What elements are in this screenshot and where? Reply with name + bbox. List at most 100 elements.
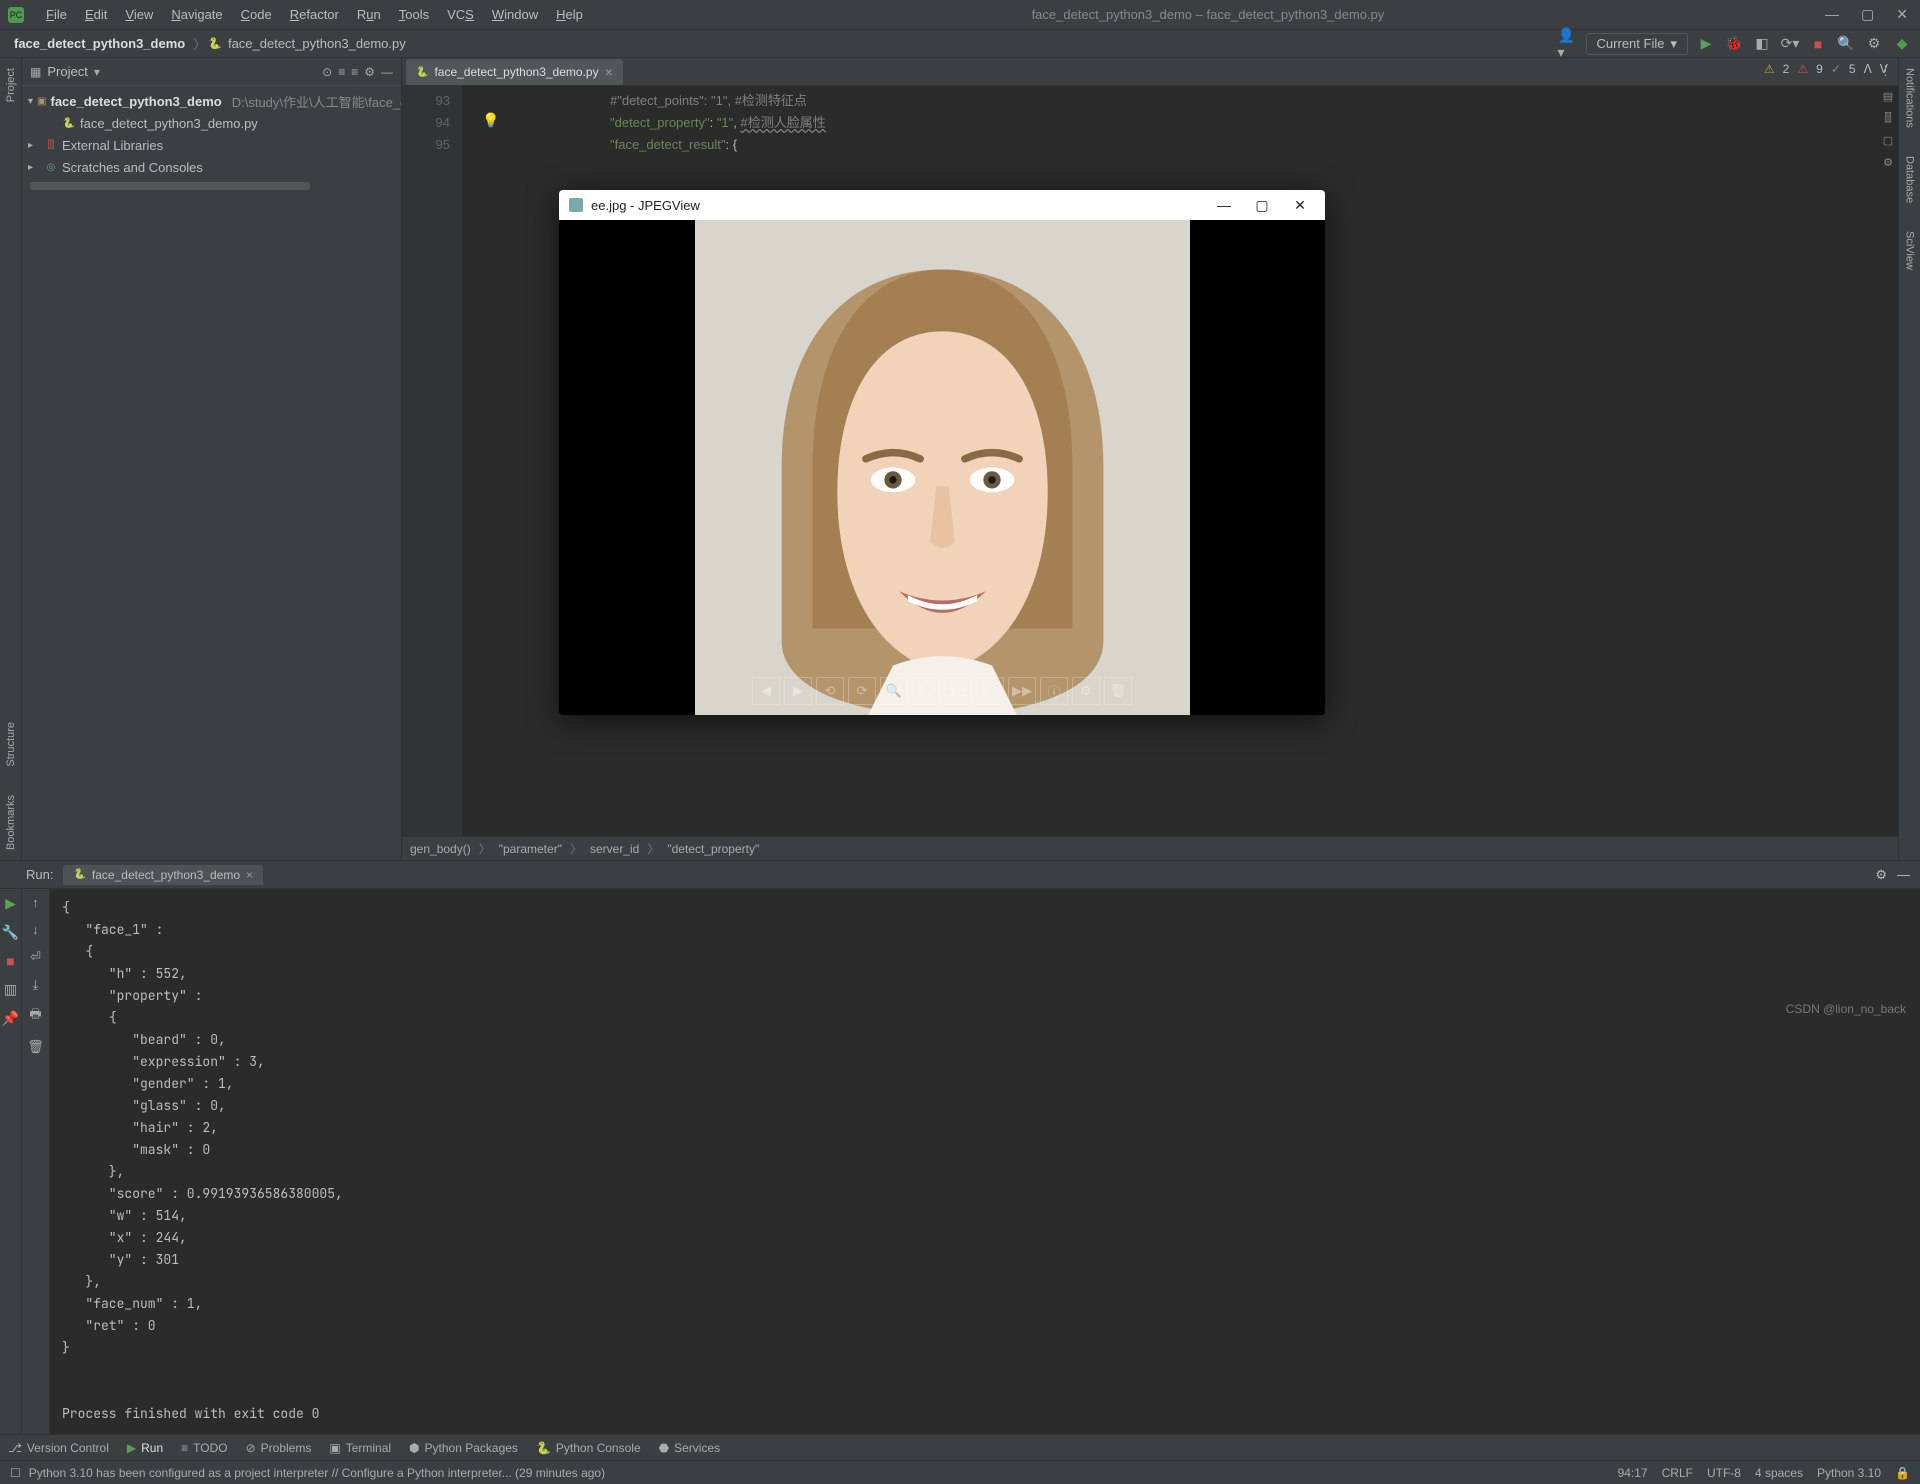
profile-button[interactable]: ⟳▾: [1780, 34, 1800, 54]
menu-file[interactable]: File: [38, 3, 75, 26]
delete-icon[interactable]: 🗑: [1104, 677, 1132, 705]
status-interpreter[interactable]: Python 3.10: [1817, 1466, 1881, 1480]
tab-python-packages[interactable]: ⬢Python Packages: [409, 1441, 518, 1455]
debug-button[interactable]: 🐞: [1724, 34, 1744, 54]
modify-run-config-icon[interactable]: 🔧: [2, 924, 19, 941]
settings-icon[interactable]: ⚙: [1072, 677, 1100, 705]
menu-view[interactable]: View: [117, 3, 161, 26]
pin-icon[interactable]: 📌: [2, 1010, 19, 1027]
status-caret[interactable]: 94:17: [1618, 1466, 1648, 1480]
stop-button[interactable]: ■: [1808, 34, 1828, 54]
soft-wrap-icon[interactable]: ⏎: [30, 949, 41, 965]
rerun-button[interactable]: ▶: [5, 895, 16, 912]
window-close-icon[interactable]: ✕: [1285, 197, 1315, 214]
tool-structure[interactable]: Structure: [5, 722, 17, 767]
project-view-icon[interactable]: ▦: [30, 65, 41, 79]
tool-project[interactable]: Project: [5, 68, 17, 102]
breadcrumb-project[interactable]: face_detect_python3_demo: [8, 34, 191, 53]
chevron-down-icon[interactable]: ▾: [94, 65, 100, 79]
settings-icon[interactable]: ⚙: [1864, 34, 1884, 54]
menu-run[interactable]: Run: [349, 3, 389, 26]
coverage-button[interactable]: ◧: [1752, 34, 1772, 54]
locate-icon[interactable]: ⊙: [322, 65, 332, 79]
inspection-widget[interactable]: ⚠2 ⚠9 ✓5 ᐱ ᐯ: [1764, 62, 1888, 76]
status-encoding[interactable]: UTF-8: [1707, 1466, 1741, 1480]
tree-root[interactable]: ▾ ▣ face_detect_python3_demo D:\study\作业…: [22, 90, 401, 112]
close-tab-icon[interactable]: ×: [246, 868, 253, 882]
menu-navigate[interactable]: Navigate: [163, 3, 230, 26]
next-icon[interactable]: ▶: [784, 677, 812, 705]
collapse-all-icon[interactable]: ≡: [351, 65, 358, 79]
horizontal-scrollbar[interactable]: [30, 182, 310, 190]
chevron-up-icon[interactable]: ᐱ: [1864, 62, 1872, 76]
down-icon[interactable]: ↓: [32, 922, 39, 937]
menu-window[interactable]: Window: [484, 3, 546, 26]
up-icon[interactable]: ↑: [32, 895, 39, 910]
status-indent[interactable]: 4 spaces: [1755, 1466, 1803, 1480]
layout-icon[interactable]: ▥: [4, 981, 17, 998]
run-button[interactable]: ▶: [1696, 34, 1716, 54]
print-icon[interactable]: 🖶: [29, 1005, 41, 1027]
tree-file[interactable]: 🐍 face_detect_python3_demo.py: [22, 112, 401, 134]
tab-problems[interactable]: ⊘Problems: [246, 1441, 312, 1455]
chevron-right-icon[interactable]: ▸: [28, 162, 40, 173]
window-minimize-icon[interactable]: —: [1209, 197, 1239, 213]
jpegview-image-area[interactable]: ◀ ▶ ⟲ ⟳ 🔍 ⛶ 1:1 ⬚ ▶▶ ⓘ ⚙ 🗑: [559, 220, 1325, 715]
editor-tab[interactable]: 🐍 face_detect_python3_demo.py ×: [406, 59, 623, 85]
split-icon[interactable]: ⫿⫿: [1880, 110, 1896, 126]
status-message[interactable]: Python 3.10 has been configured as a pro…: [29, 1466, 605, 1480]
tool-bookmarks[interactable]: Bookmarks: [5, 795, 17, 850]
run-output[interactable]: { "face_1" : { "h" : 552, "property" : {…: [50, 889, 1920, 1434]
window-maximize-icon[interactable]: ▢: [1247, 197, 1277, 214]
window-close-icon[interactable]: ✕: [1896, 6, 1908, 23]
breadcrumb-item[interactable]: server_id: [590, 842, 639, 856]
code-with-me-icon[interactable]: ◆: [1892, 34, 1912, 54]
jpegview-titlebar[interactable]: ee.jpg - JPEGView — ▢ ✕: [559, 190, 1325, 220]
tree-scratches[interactable]: ▸ ◎ Scratches and Consoles: [22, 156, 401, 178]
menu-help[interactable]: Help: [548, 3, 591, 26]
jpegview-window[interactable]: ee.jpg - JPEGView — ▢ ✕ ◀ ▶ ⟲: [559, 190, 1325, 715]
window-maximize-icon[interactable]: ▢: [1861, 6, 1874, 23]
settings-icon[interactable]: ⚙: [1875, 867, 1887, 883]
fit-icon[interactable]: ⛶: [912, 677, 940, 705]
hide-panel-icon[interactable]: —: [381, 65, 393, 79]
reader-mode-icon[interactable]: ▤: [1880, 88, 1896, 104]
clear-icon[interactable]: 🗑: [27, 1039, 44, 1055]
expand-all-icon[interactable]: ≡: [338, 65, 345, 79]
add-user-icon[interactable]: 👤▾: [1558, 34, 1578, 54]
chevron-down-icon[interactable]: ᐯ: [1880, 62, 1888, 76]
status-line-separator[interactable]: CRLF: [1662, 1466, 1693, 1480]
chevron-down-icon[interactable]: ▾: [28, 96, 33, 107]
menu-edit[interactable]: Edit: [77, 3, 115, 26]
rotate-left-icon[interactable]: ⟲: [816, 677, 844, 705]
zoom-icon[interactable]: 🔍: [880, 677, 908, 705]
slideshow-icon[interactable]: ▶▶: [1008, 677, 1036, 705]
fullscreen-icon[interactable]: ⬚: [976, 677, 1004, 705]
menu-vcs[interactable]: VCS: [439, 3, 482, 26]
tab-terminal[interactable]: ▣Terminal: [329, 1441, 391, 1455]
tree-external-libraries[interactable]: ▸ ⫿⫿ External Libraries: [22, 134, 401, 156]
prev-icon[interactable]: ◀: [752, 677, 780, 705]
close-tab-icon[interactable]: ×: [605, 64, 613, 80]
tool-database[interactable]: Database: [1904, 156, 1916, 203]
scroll-to-end-icon[interactable]: ⤓: [33, 977, 39, 993]
tab-version-control[interactable]: ⎇Version Control: [8, 1441, 109, 1455]
menu-tools[interactable]: Tools: [391, 3, 437, 26]
actual-size-icon[interactable]: 1:1: [944, 677, 972, 705]
menu-refactor[interactable]: Refactor: [282, 3, 347, 26]
breadcrumb-item[interactable]: gen_body(): [410, 842, 471, 856]
rotate-right-icon[interactable]: ⟳: [848, 677, 876, 705]
tool-sciview[interactable]: SciView: [1904, 231, 1916, 270]
tab-run[interactable]: ▶Run: [127, 1441, 163, 1455]
tool-notifications[interactable]: Notifications: [1904, 68, 1916, 128]
run-tab[interactable]: 🐍 face_detect_python3_demo ×: [63, 865, 263, 885]
settings-icon[interactable]: ⚙: [364, 65, 375, 79]
tab-todo[interactable]: ≡TODO: [181, 1441, 227, 1455]
window-minimize-icon[interactable]: —: [1825, 6, 1839, 23]
stop-button[interactable]: ■: [6, 953, 14, 969]
menu-code[interactable]: Code: [233, 3, 280, 26]
breadcrumb-file[interactable]: face_detect_python3_demo.py: [222, 34, 412, 53]
run-config-dropdown[interactable]: Current File▾: [1586, 33, 1688, 55]
bulb-icon[interactable]: 💡: [482, 112, 499, 129]
search-everywhere-icon[interactable]: 🔍: [1836, 34, 1856, 54]
